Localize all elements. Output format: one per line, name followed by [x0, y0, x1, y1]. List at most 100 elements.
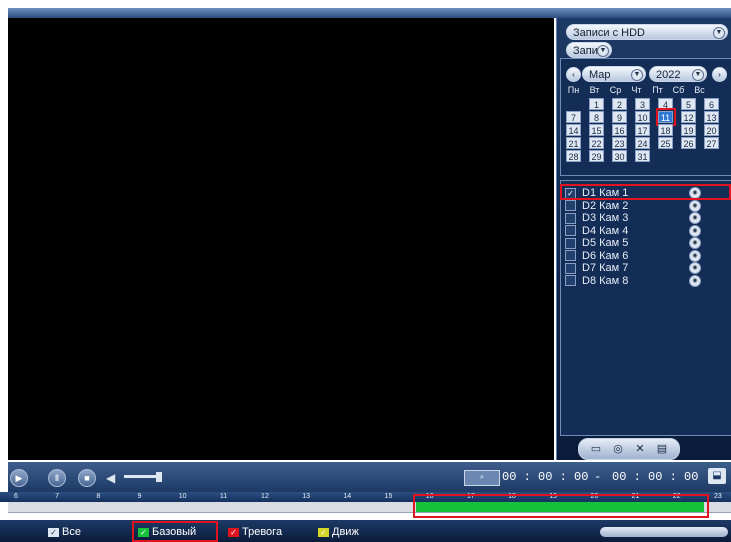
- legend-motion[interactable]: ✓ Движ: [318, 526, 359, 538]
- calendar-day[interactable]: 26: [681, 137, 696, 149]
- weekday-label: Пт: [652, 85, 663, 95]
- calendar-day[interactable]: 12: [681, 111, 696, 123]
- chevron-down-icon: ▼: [597, 45, 609, 57]
- calendar-day[interactable]: 23: [612, 137, 627, 149]
- calendar-day[interactable]: 5: [681, 98, 696, 110]
- camera-label: D6 Кам 6: [582, 249, 629, 262]
- weekday-label: Пн: [567, 85, 580, 95]
- calendar-day[interactable]: 14: [566, 124, 581, 136]
- calendar-day[interactable]: 7: [566, 111, 581, 123]
- calendar-day[interactable]: 20: [704, 124, 719, 136]
- calendar-day[interactable]: 2: [612, 98, 627, 110]
- calendar-day[interactable]: 18: [658, 124, 673, 136]
- camera-item[interactable]: D5 Кам 5 ◉: [565, 237, 729, 249]
- end-time[interactable]: 00 : 00 : 00: [612, 470, 698, 484]
- checkbox-icon[interactable]: [565, 237, 576, 249]
- calendar-day[interactable]: 25: [658, 137, 673, 149]
- legend-all[interactable]: ✓ Все: [48, 526, 81, 538]
- next-month-icon[interactable]: ›: [712, 67, 727, 82]
- calendar-day[interactable]: 13: [704, 111, 719, 123]
- camera-item[interactable]: D3 Кам 3 ◉: [565, 212, 729, 224]
- camera-label: D7 Кам 7: [582, 262, 629, 274]
- top-bar: [8, 8, 731, 18]
- checkbox-icon[interactable]: [565, 275, 576, 287]
- checkbox-icon[interactable]: [565, 225, 576, 237]
- checkbox-icon[interactable]: [565, 262, 576, 274]
- checkbox-icon[interactable]: [565, 212, 576, 224]
- weekday-label: Сб: [672, 85, 685, 95]
- monitor-mode-icon[interactable]: ▭: [585, 442, 607, 456]
- calendar-day[interactable]: 15: [589, 124, 604, 136]
- calendar-day[interactable]: 31: [635, 150, 650, 162]
- mouse-icon[interactable]: ◉: [689, 274, 701, 287]
- weekday-header: Пн Вт Ср Чт Пт Сб Вс: [563, 85, 729, 97]
- checkbox-icon[interactable]: [565, 250, 576, 262]
- mouse-icon[interactable]: ◉: [689, 199, 701, 212]
- legend-basic[interactable]: ✓ Базовый: [138, 526, 196, 538]
- legend-motion-label: Движ: [332, 526, 359, 538]
- pause-icon[interactable]: Ⅱ: [48, 469, 66, 487]
- weekday-label: Ср: [609, 85, 622, 95]
- mouse-icon[interactable]: ◉: [689, 249, 701, 262]
- sync-mode-icon[interactable]: ◎: [607, 442, 629, 456]
- camera-item[interactable]: D6 Кам 6 ◉: [565, 249, 729, 262]
- camera-list: ✓ D1 Кам 1 ◉ D2 Кам 2 ◉ D3 Кам 3 ◉ D4 Кам 4 ◉ D5 …: [560, 180, 731, 436]
- record-type-select[interactable]: Запис ▼: [566, 42, 612, 58]
- legend-basic-label: Базовый: [152, 526, 197, 538]
- calendar-day[interactable]: 19: [681, 124, 696, 136]
- checkbox-icon: ✓: [318, 527, 329, 537]
- year-select[interactable]: 2022 ▼: [649, 66, 707, 82]
- time-search-icon[interactable]: ⌕: [464, 470, 500, 486]
- month-label: Мар: [589, 69, 611, 81]
- start-time[interactable]: 00 : 00 : 00: [502, 470, 588, 484]
- dvr-playback-window: Записи с HDD ▼ Запис ▼ ‹ Мар ▼ 2022 ▼ › …: [0, 0, 731, 542]
- calendar-day[interactable]: 28: [566, 150, 581, 162]
- calendar-day[interactable]: 10: [635, 111, 650, 123]
- legend-alarm[interactable]: ✓ Тревога: [228, 526, 282, 538]
- camera-item[interactable]: D2 Кам 2 ◉: [565, 199, 729, 212]
- timeline-tick-label: 13: [302, 493, 311, 500]
- calendar-day[interactable]: 1: [589, 98, 604, 110]
- stop-icon[interactable]: ■: [78, 469, 96, 487]
- video-playback-area[interactable]: [8, 18, 554, 460]
- search-mode-icon[interactable]: ✕: [629, 442, 651, 456]
- chevron-down-icon: ▼: [713, 27, 725, 39]
- save-icon[interactable]: ⬓: [708, 468, 726, 484]
- prev-month-icon[interactable]: ‹: [566, 67, 581, 82]
- calendar-day[interactable]: 9: [612, 111, 627, 123]
- calendar-day[interactable]: 6: [704, 98, 719, 110]
- mouse-icon[interactable]: ◉: [689, 212, 701, 224]
- volume-icon[interactable]: ◀: [106, 471, 115, 485]
- calendar-day[interactable]: 3: [635, 98, 650, 110]
- timeline-tick-label: 23: [714, 493, 722, 500]
- calendar-day[interactable]: 21: [566, 137, 581, 149]
- camera-item[interactable]: D7 Кам 7 ◉: [565, 262, 729, 274]
- play-icon[interactable]: ▶: [10, 469, 28, 487]
- calendar-day[interactable]: 29: [589, 150, 604, 162]
- calendar-day[interactable]: 22: [589, 137, 604, 149]
- volume-slider[interactable]: [124, 475, 158, 478]
- mouse-icon[interactable]: ◉: [689, 224, 701, 237]
- volume-slider-handle[interactable]: [156, 472, 162, 482]
- checkbox-icon: ✓: [48, 527, 59, 537]
- camera-item[interactable]: D4 Кам 4 ◉: [565, 224, 729, 237]
- zoom-scale-buttons[interactable]: [600, 527, 728, 537]
- weekday-label: Чт: [631, 85, 642, 95]
- calendar-day[interactable]: 24: [635, 137, 650, 149]
- checkbox-icon[interactable]: [565, 200, 576, 212]
- calendar-day[interactable]: 30: [612, 150, 627, 162]
- mouse-icon[interactable]: ◉: [689, 262, 701, 274]
- mouse-icon[interactable]: ◉: [689, 237, 701, 249]
- list-mode-icon[interactable]: ▤: [651, 442, 673, 456]
- month-select[interactable]: Мар ▼: [582, 66, 646, 82]
- weekday-label: Вт: [589, 85, 600, 95]
- calendar: ‹ Мар ▼ 2022 ▼ › Пн Вт Ср Чт Пт Сб Вс 12345678…: [560, 58, 731, 176]
- timeline-tick-label: 12: [261, 493, 269, 500]
- calendar-day[interactable]: 27: [704, 137, 719, 149]
- timeline-tick-label: 8: [96, 493, 101, 500]
- calendar-day[interactable]: 8: [589, 111, 604, 123]
- camera-item[interactable]: D8 Кам 8 ◉: [565, 274, 729, 287]
- calendar-day[interactable]: 16: [612, 124, 627, 136]
- source-select[interactable]: Записи с HDD ▼: [566, 24, 728, 40]
- calendar-day[interactable]: 17: [635, 124, 650, 136]
